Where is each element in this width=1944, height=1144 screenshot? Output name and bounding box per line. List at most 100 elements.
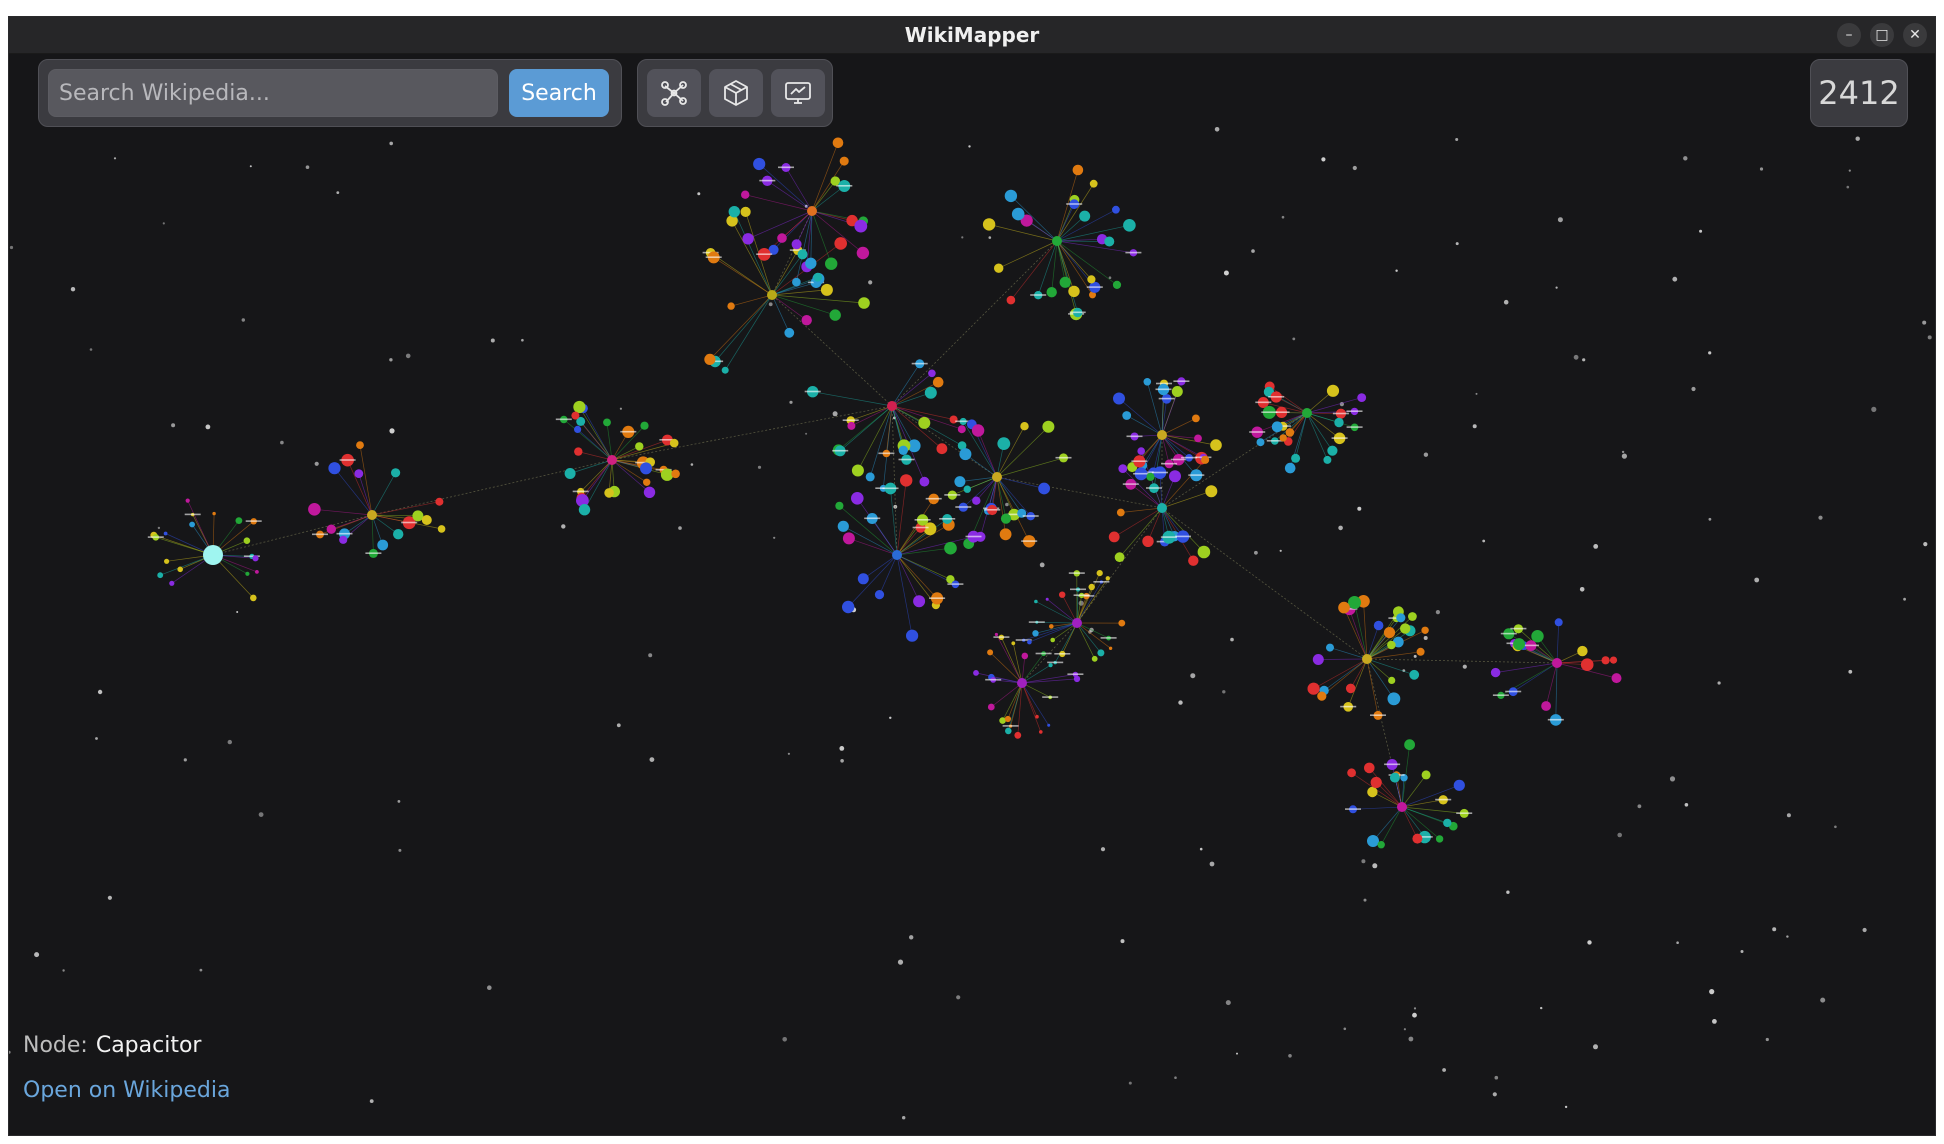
graph-node [721, 366, 729, 374]
graph-node [837, 520, 849, 532]
star [157, 526, 161, 530]
star [1754, 577, 1760, 583]
star [690, 463, 694, 466]
node-label-mark [804, 390, 821, 393]
hub-node [1552, 658, 1562, 668]
star [397, 800, 401, 803]
graph-node [1367, 835, 1379, 847]
node-label-mark [882, 487, 899, 490]
star [89, 348, 93, 351]
node-label-mark [184, 513, 201, 516]
node-label-mark [1054, 653, 1071, 655]
spoke-edge [1366, 658, 1415, 676]
spoke-edge [371, 501, 440, 516]
search-button[interactable]: Search [509, 69, 609, 117]
graph-node [874, 590, 885, 600]
graph-node [858, 297, 870, 309]
star [9, 245, 14, 250]
node-label-mark [147, 536, 164, 538]
graph-node [1004, 189, 1018, 203]
open-wikipedia-link[interactable]: Open on Wikipedia [23, 1078, 230, 1103]
star [1848, 169, 1851, 172]
node-label-mark [756, 253, 773, 255]
node-label-mark [1346, 410, 1363, 412]
app-window: WikiMapper – □ ✕ Search Wikipedia... Sea… [8, 16, 1936, 1136]
star [1862, 927, 1867, 933]
star [1442, 1068, 1446, 1072]
graph-node [963, 485, 971, 493]
star [1621, 453, 1627, 459]
graph-node [1404, 739, 1415, 751]
graph-node [1577, 645, 1588, 657]
search-panel: Search [38, 59, 622, 127]
hub-node [607, 455, 617, 465]
star [1786, 813, 1791, 818]
star [1820, 997, 1826, 1003]
node-label-mark [1073, 594, 1090, 596]
graph-node [245, 571, 250, 576]
star [107, 895, 112, 900]
spoke-edge [896, 554, 938, 599]
cube-icon [724, 80, 748, 106]
graph-2d-button[interactable] [647, 69, 701, 117]
node-label-mark [1384, 763, 1401, 766]
node-label-mark [842, 419, 859, 421]
star [1288, 1054, 1292, 1058]
star [678, 526, 682, 530]
star [227, 739, 232, 745]
close-button[interactable]: ✕ [1903, 23, 1927, 47]
graph-node [1122, 411, 1132, 420]
graph-canvas[interactable] [9, 53, 1936, 1136]
star [1128, 1081, 1132, 1085]
graph-node [212, 511, 216, 516]
title-bar[interactable]: WikiMapper – □ ✕ [9, 17, 1935, 54]
screen-display-button[interactable] [771, 69, 825, 117]
graph-node [412, 510, 424, 522]
star [1579, 587, 1585, 592]
star [1223, 270, 1229, 276]
graph-node [727, 302, 735, 310]
graph-node [1105, 576, 1111, 581]
graph-node [728, 206, 740, 218]
star [1582, 358, 1586, 362]
node-label-mark [944, 494, 961, 496]
minimize-button[interactable]: – [1837, 23, 1861, 47]
graph-node [829, 309, 841, 321]
star [1923, 542, 1928, 547]
node-label-mark [1021, 540, 1038, 542]
star [236, 611, 239, 613]
star [490, 338, 495, 343]
node-label-mark [1069, 311, 1086, 314]
node-label-mark [1125, 251, 1142, 254]
graph-node [1142, 535, 1154, 547]
hub-node [807, 206, 817, 216]
graph-node [957, 425, 966, 434]
cube-3d-button[interactable] [709, 69, 763, 117]
maximize-button[interactable]: □ [1870, 23, 1894, 47]
window-title: WikiMapper [904, 23, 1040, 47]
spoke-edge [709, 294, 773, 360]
graph-node [1192, 414, 1200, 423]
node-count-badge: 2412 [1810, 59, 1908, 127]
star [757, 465, 762, 469]
star [1765, 1037, 1769, 1042]
star [1708, 517, 1712, 521]
hub-node [1072, 618, 1082, 628]
node-label-mark [401, 521, 418, 524]
graph-node [797, 249, 808, 260]
graph-edges [153, 142, 1617, 845]
star [805, 432, 808, 435]
star [1621, 450, 1625, 454]
node-label-mark [620, 430, 637, 433]
hub-link [1161, 507, 1368, 660]
star [1225, 1000, 1231, 1006]
star [1352, 165, 1357, 171]
star [616, 723, 621, 728]
search-input[interactable] [48, 69, 498, 117]
graph-node [1409, 669, 1420, 680]
hub-node [892, 550, 902, 560]
graph-node [169, 580, 175, 586]
graph-node [635, 442, 644, 451]
graph-node [377, 539, 389, 551]
spoke-edge [1161, 434, 1190, 459]
